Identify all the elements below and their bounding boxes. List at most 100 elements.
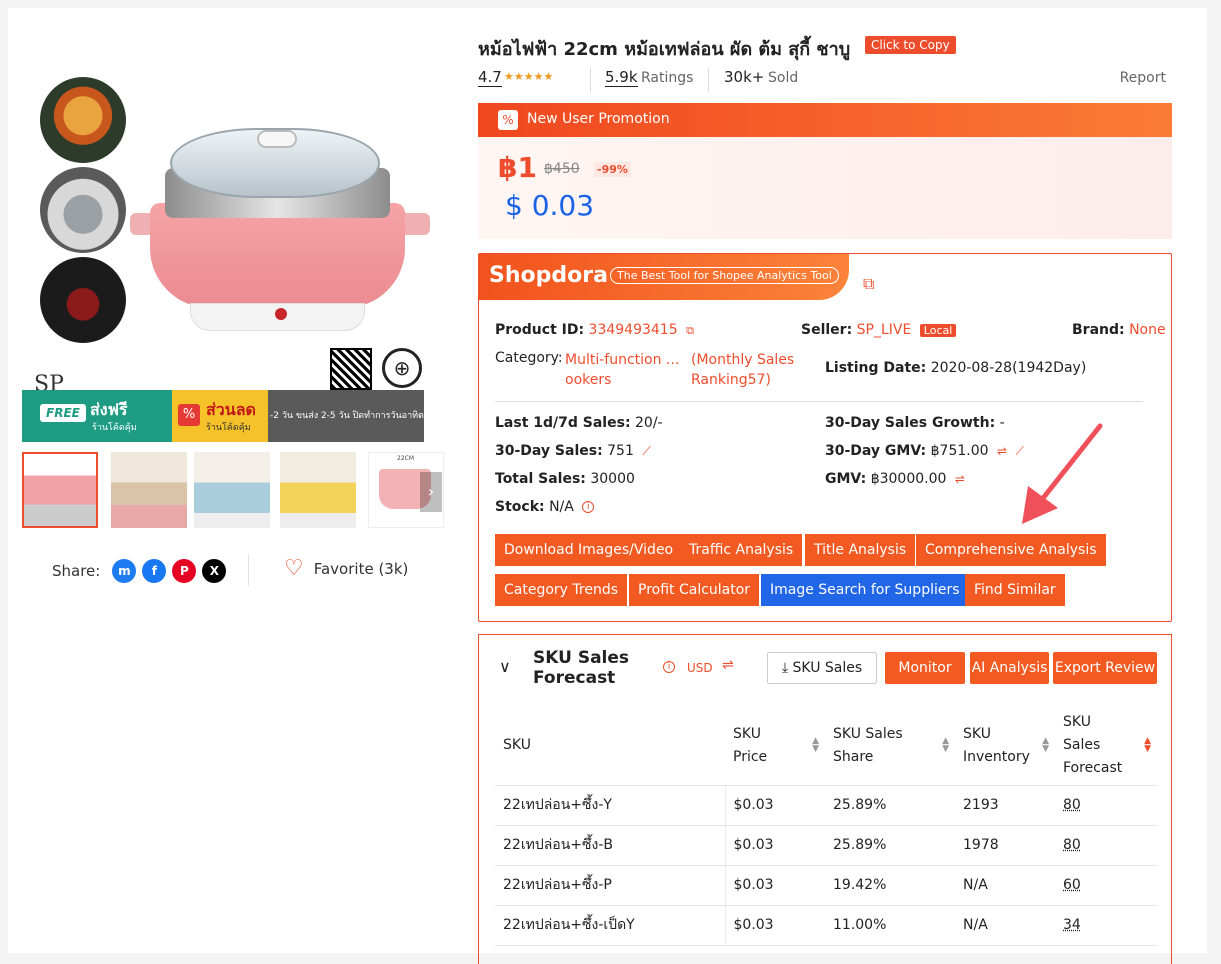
certification-mark-icon: ⊕	[382, 348, 422, 388]
product-id[interactable]: 3349493415	[589, 322, 678, 338]
info-icon[interactable]: i	[582, 501, 595, 513]
find-similar-button[interactable]: Find Similar	[965, 574, 1065, 606]
seller-link[interactable]: SP_LIVE	[857, 322, 912, 338]
ranking-line-2: Ranking57)	[691, 372, 771, 388]
total-sales-row: Total Sales: 30000	[495, 471, 635, 487]
table-row: 22เทปล่อน+ซึ้ง-เป็ดY $0.03 11.00% N/A 34	[495, 905, 1157, 946]
sku-share: 25.89%	[825, 825, 955, 866]
shopdora-tagline: The Best Tool for Shopee Analytics Tool	[610, 267, 839, 284]
total-sales: 30000	[590, 471, 635, 487]
column-header-inventory[interactable]: SKU Inventory ▲ ▼	[955, 707, 1055, 786]
discount-badge: % ส่วนลด ร้านโค้ดคุ้ม	[172, 390, 268, 442]
sku-name: 22เทปล่อน+ซึ้ง-Y	[495, 785, 725, 826]
copy-icon[interactable]: ⧉	[686, 324, 694, 337]
header-line: Inventory	[963, 748, 1030, 765]
image-search-suppliers-button[interactable]: Image Search for Suppliers	[761, 574, 969, 606]
traffic-analysis-button[interactable]: Traffic Analysis	[680, 534, 803, 566]
side-thumbnail-1[interactable]	[40, 77, 126, 163]
brand-label: Brand:	[1072, 322, 1125, 338]
table-row: 22เทปล่อน+ซึ้ง-Y $0.03 25.89% 2193 80	[495, 785, 1157, 826]
sku-forecast-title: SKU Sales Forecast	[533, 648, 630, 688]
last-sales-row: Last 1d/7d Sales: 20/-	[495, 415, 663, 431]
last-sales-label: Last 1d/7d Sales:	[495, 415, 631, 431]
gallery-thumb-3[interactable]	[194, 452, 270, 528]
ai-analysis-button[interactable]: AI Analysis	[970, 652, 1049, 684]
gift-icon: %	[498, 110, 518, 130]
messenger-icon[interactable]: m	[112, 559, 137, 583]
header-line: SKU	[1063, 714, 1091, 731]
local-badge: Local	[919, 324, 957, 337]
currency-label: USD	[687, 661, 713, 675]
size-label: 22CM	[397, 455, 415, 462]
profit-calculator-button[interactable]: Profit Calculator	[629, 574, 760, 606]
sort-icon[interactable]: ▲ ▼	[942, 737, 949, 754]
gmv30-row: 30-Day GMV: ฿751.00 ⇌ ⟋	[825, 443, 1024, 459]
ratings-count[interactable]: 5.9k	[605, 68, 638, 87]
pinterest-icon[interactable]: P	[172, 559, 197, 583]
sort-icon[interactable]: ▲ ▼	[812, 737, 819, 754]
sku-share: 11.00%	[825, 905, 955, 946]
sort-icon[interactable]: ▲ ▼	[1042, 737, 1049, 754]
pot-body	[150, 203, 405, 308]
gallery-thumb-1[interactable]	[22, 452, 98, 528]
shipping-note: -2 วัน ขนส่ง 2-5 วัน ปิดทำการวันอาทิตย์	[270, 411, 430, 421]
sku-forecast[interactable]: 60	[1063, 877, 1081, 893]
title-analysis-button[interactable]: Title Analysis	[805, 534, 916, 566]
currency-swap-icon[interactable]: ⇌	[955, 472, 965, 486]
ranking-line-1: (Monthly Sales	[691, 352, 795, 368]
qr-code-icon	[330, 348, 372, 390]
chevron-down-icon[interactable]: ∨	[499, 657, 511, 676]
gmv: ฿30000.00	[870, 471, 947, 487]
product-id-row: Product ID: 3349493415 ⧉	[495, 322, 694, 338]
divider	[248, 554, 249, 586]
shopdora-logo: Shopdora	[489, 263, 608, 288]
trend-chart-icon[interactable]: ⟋	[642, 444, 650, 458]
stock: N/A	[549, 499, 574, 515]
favorite-button[interactable]: ♡ Favorite (3k)	[284, 558, 408, 580]
currency-swap-icon[interactable]: ⇌	[722, 657, 734, 673]
divider	[495, 401, 1143, 402]
header-line: SKU	[963, 725, 991, 742]
sku-forecast[interactable]: 34	[1063, 917, 1081, 933]
column-header-forecast[interactable]: SKU Sales Forecast ▲ ▼	[1055, 707, 1157, 786]
image-promo-bar: FREE ส่งฟรี ร้านโค้ดคุ้ม % ส่วนลด ร้านโค…	[22, 390, 429, 442]
sku-inventory: N/A	[955, 865, 1055, 906]
side-thumbnail-3[interactable]	[40, 257, 126, 343]
header-line: SKU	[733, 725, 761, 742]
sort-icon[interactable]: ▲ ▼	[1144, 737, 1151, 754]
copy-title-button[interactable]: Click to Copy	[865, 36, 956, 54]
side-thumbnail-2[interactable]	[40, 167, 126, 253]
comprehensive-analysis-button[interactable]: Comprehensive Analysis	[916, 534, 1106, 566]
star-rating-icon: ★★★★★	[504, 70, 554, 83]
category-link[interactable]: Multi-function ... ookers	[565, 350, 679, 390]
ranking-link[interactable]: (Monthly Sales Ranking57)	[691, 350, 794, 390]
external-link-icon[interactable]: ⧉	[863, 274, 874, 294]
sku-name: 22เทปล่อน+ซึ้ง-P	[495, 865, 725, 906]
export-review-button[interactable]: Export Review	[1053, 652, 1157, 684]
download-images-button[interactable]: Download Images/Video	[495, 534, 683, 566]
sku-sales-button[interactable]: ⤓ SKU Sales	[767, 652, 877, 684]
sku-price: $0.03	[724, 825, 825, 866]
header-line: Share	[833, 748, 874, 765]
growth-value: -	[999, 415, 1005, 431]
gallery-thumb-4[interactable]	[280, 452, 356, 528]
sku-forecast[interactable]: 80	[1063, 797, 1081, 813]
sku-forecast[interactable]: 80	[1063, 837, 1081, 853]
column-header-price[interactable]: SKU Price ▲ ▼	[725, 707, 825, 786]
sold-label: Sold	[768, 70, 799, 86]
info-icon[interactable]: i	[663, 661, 675, 673]
chevron-right-icon[interactable]: ›	[420, 472, 442, 512]
report-link[interactable]: Report	[1120, 70, 1166, 86]
currency-swap-icon[interactable]: ⇌	[997, 444, 1007, 458]
gallery-thumb-2[interactable]	[111, 452, 187, 528]
main-product-image[interactable]: ⊕	[130, 108, 430, 398]
gmv-label: GMV:	[825, 471, 867, 487]
sku-name: 22เทปล่อน+ซึ้ง-เป็ดY	[495, 905, 725, 946]
facebook-icon[interactable]: f	[142, 559, 167, 583]
brand-value[interactable]: None	[1129, 322, 1166, 338]
column-header-share[interactable]: SKU Sales Share ▲ ▼	[825, 707, 955, 786]
category-trends-button[interactable]: Category Trends	[495, 574, 628, 606]
x-icon[interactable]: X	[202, 559, 227, 583]
rating-value[interactable]: 4.7	[478, 68, 502, 87]
monitor-button[interactable]: Monitor	[885, 652, 965, 684]
